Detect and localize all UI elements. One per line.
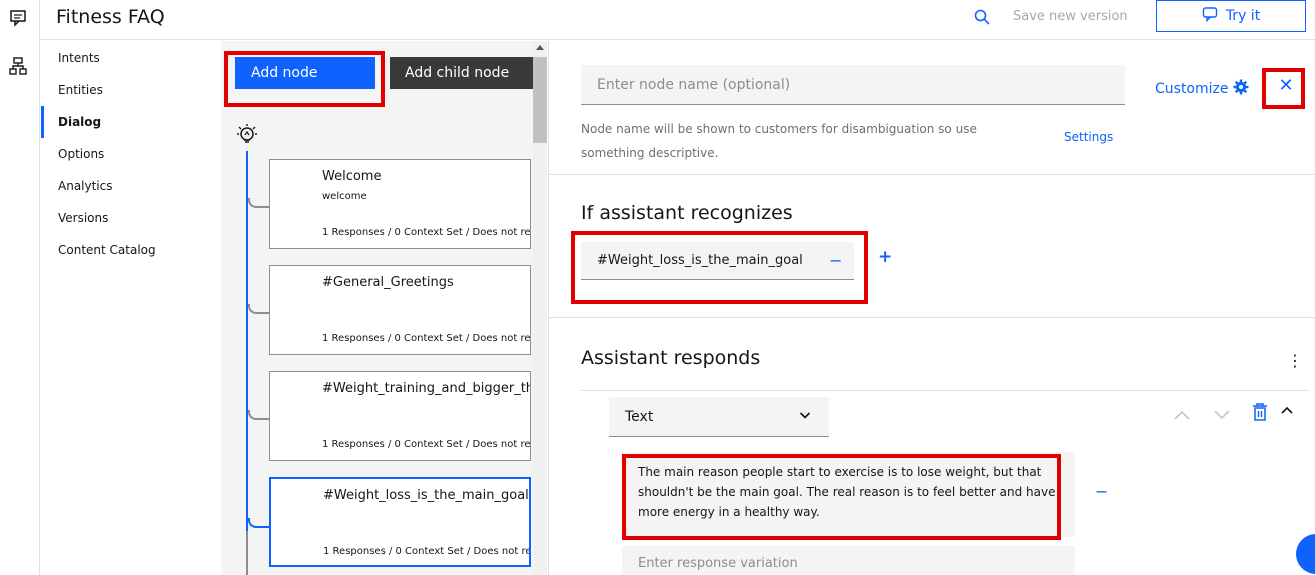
nav-item-intents[interactable]: Intents [41,42,221,74]
save-new-version-button[interactable]: Save new version [1013,9,1128,24]
node-meta: 1 Responses / 0 Context Set / Does not r… [323,546,531,557]
tree-connector [248,410,269,420]
node-condition: welcome [322,191,367,202]
section-divider [581,390,1309,391]
node-meta: 1 Responses / 0 Context Set / Does not r… [322,333,531,344]
chat-icon[interactable] [8,8,28,28]
add-child-node-button[interactable]: Add child node [390,57,535,89]
node-title: #General_Greetings [322,275,454,290]
icon-rail [0,0,40,575]
tree-connector [248,518,269,528]
bulb-icon [235,121,259,145]
tree-icon[interactable] [8,56,28,76]
dialog-node-general-greetings[interactable]: #General_Greetings 1 Responses / 0 Conte… [269,265,531,355]
node-name-helper-text: Node name will be shown to customers for… [581,122,977,160]
add-node-button[interactable]: Add node [235,57,375,89]
page-title: Fitness FAQ [56,6,165,28]
arrow-up-icon[interactable] [1174,407,1190,421]
recognizes-heading: If assistant recognizes [581,202,793,224]
dialog-tree: Add node Add child node Welcome welcome … [221,41,547,575]
tree-connector [248,304,269,314]
customize-button[interactable]: Customize [1155,79,1249,99]
node-title: Welcome [322,169,382,184]
dialog-node-weight-loss[interactable]: #Weight_loss_is_the_main_goal 1 Response… [269,477,531,567]
try-it-label: Try it [1225,8,1261,24]
tree-branch-line [246,151,248,531]
assistant-launcher-button[interactable] [1296,534,1315,574]
nav-item-options[interactable]: Options [41,138,221,170]
chat-bubble-icon [1202,6,1218,26]
response-type-value: Text [625,408,654,425]
nav-item-analytics[interactable]: Analytics [41,170,221,202]
kebab-icon[interactable]: ⋮ [1287,351,1303,370]
node-meta: 1 Responses / 0 Context Set / Does not r… [322,439,531,450]
node-name-input[interactable]: Enter node name (optional) [581,65,1125,105]
section-divider [549,174,1315,175]
gear-icon [1233,79,1249,99]
nav-item-versions[interactable]: Versions [41,202,221,234]
scroll-up-icon[interactable] [536,45,544,50]
response-variation-input[interactable]: Enter response variation [622,546,1075,575]
close-icon[interactable]: ✕ [1277,77,1295,95]
dialog-node-welcome[interactable]: Welcome welcome 1 Responses / 0 Context … [269,159,531,249]
tree-branch-line [246,531,248,575]
settings-link[interactable]: Settings [1064,130,1113,144]
dialog-node-weight-training[interactable]: #Weight_training_and_bigger_the_better 1… [269,371,531,461]
top-bar: Fitness FAQ Save new version Try it [40,0,1315,40]
customize-label: Customize [1155,81,1229,97]
nav-item-entities[interactable]: Entities [41,74,221,106]
nav-item-content-catalog[interactable]: Content Catalog [41,234,221,266]
node-meta: 1 Responses / 0 Context Set / Does not r… [322,227,531,238]
search-icon[interactable] [973,8,991,26]
arrow-down-icon[interactable] [1214,407,1230,421]
caret-up-icon[interactable] [1280,401,1294,414]
skill-nav: Intents Entities Dialog Options Analytic… [41,41,221,575]
try-it-button[interactable]: Try it [1156,0,1306,32]
tree-connector [248,198,269,208]
response-type-select[interactable]: Text [609,397,829,437]
remove-variation-icon[interactable]: − [1095,482,1108,501]
node-title: #Weight_loss_is_the_main_goal [323,488,529,503]
chevron-down-icon [799,409,811,425]
condition-field[interactable]: #Weight_loss_is_the_main_goal [581,242,854,280]
node-editor-panel: Enter node name (optional) Customize ✕ N… [548,41,1315,575]
nav-item-dialog[interactable]: Dialog [41,106,221,138]
trash-icon[interactable] [1252,403,1268,421]
response-text-field[interactable]: The main reason people start to exercise… [622,452,1075,537]
responds-heading: Assistant responds [581,347,761,369]
add-condition-icon[interactable]: + [878,247,892,267]
remove-condition-icon[interactable]: − [829,251,842,270]
scroll-thumb[interactable] [533,57,547,143]
tree-scrollbar[interactable] [533,41,547,575]
node-title: #Weight_training_and_bigger_the_better [322,381,530,396]
section-divider [549,317,1315,318]
